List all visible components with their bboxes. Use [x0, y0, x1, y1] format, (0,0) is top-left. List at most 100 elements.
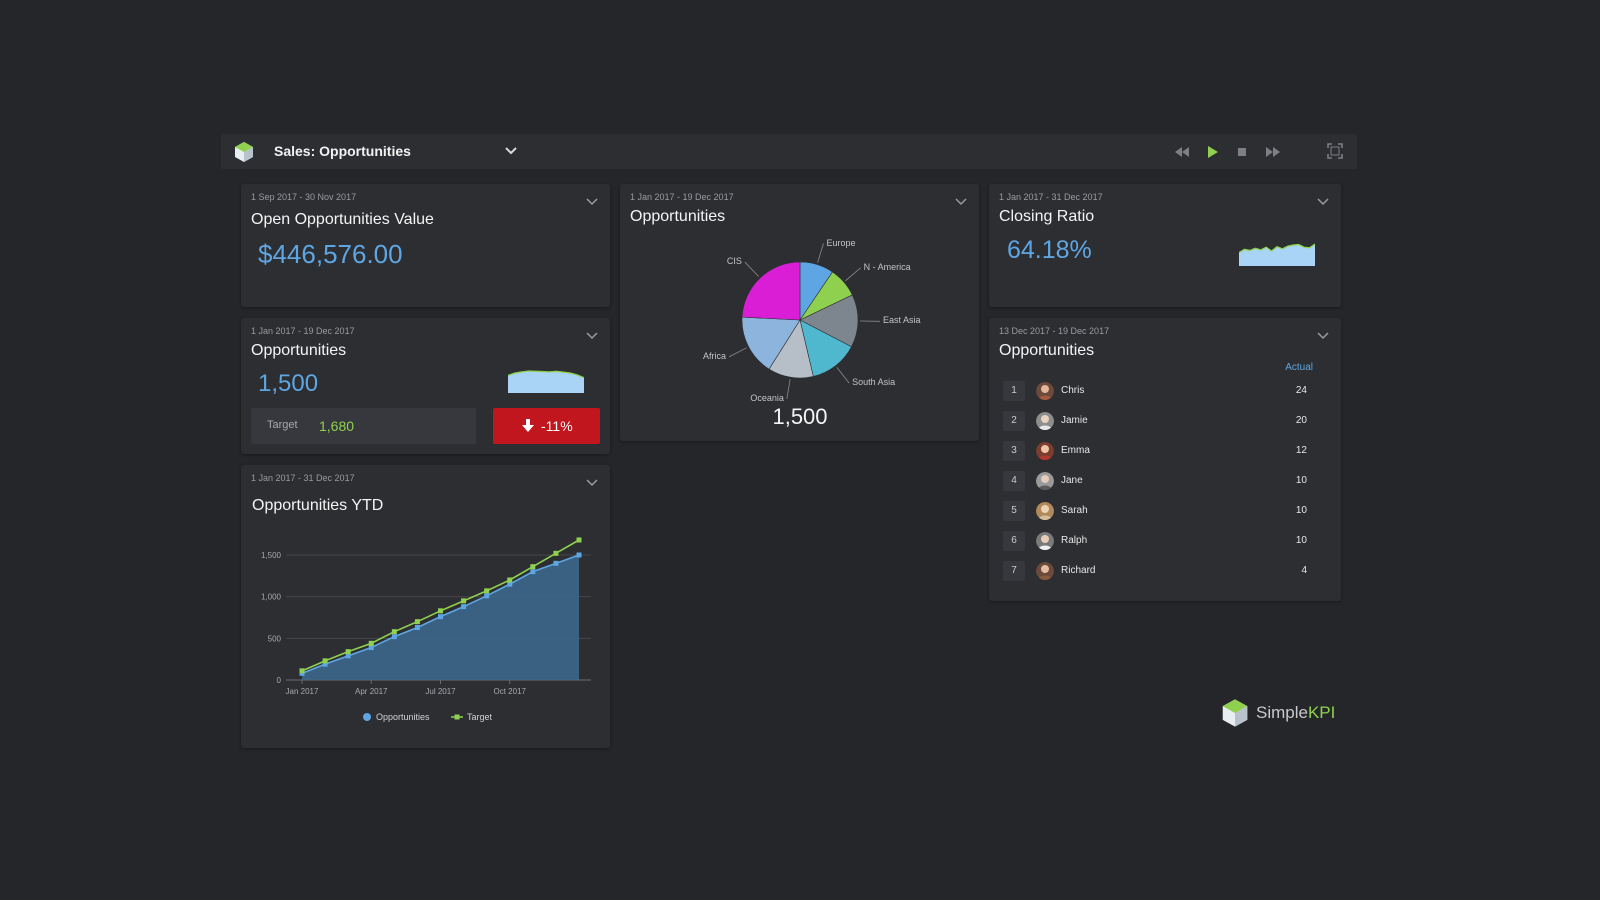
actual-value: 10 — [1295, 535, 1307, 546]
opportunities-point[interactable] — [530, 569, 536, 575]
rank: 2 — [1003, 411, 1025, 431]
target-point[interactable] — [299, 668, 305, 674]
opportunities-point[interactable] — [553, 560, 559, 566]
actual-value: 4 — [1301, 565, 1307, 576]
y-tick-label: 0 — [277, 676, 282, 685]
pie-leader-line — [845, 267, 861, 282]
widget-title: Closing Ratio — [999, 208, 1095, 225]
widget-date-range: 1 Jan 2017 - 19 Dec 2017 — [251, 326, 355, 336]
pie-leader-line — [744, 261, 759, 277]
target-point[interactable] — [553, 550, 559, 556]
rank: 4 — [1003, 471, 1025, 491]
rank: 5 — [1003, 501, 1025, 521]
rank: 6 — [1003, 531, 1025, 551]
opportunities-point[interactable] — [461, 604, 467, 610]
target-point[interactable] — [484, 588, 490, 594]
chevron-down-icon[interactable] — [1315, 193, 1331, 209]
person-name: Jamie — [1061, 415, 1088, 426]
widget-date-range: 1 Jan 2017 - 31 Dec 2017 — [999, 192, 1103, 202]
person-name: Ralph — [1061, 535, 1088, 546]
target-point[interactable] — [322, 658, 328, 664]
widget-date-range: 1 Sep 2017 - 30 Nov 2017 — [251, 192, 357, 202]
person-name: Richard — [1061, 565, 1096, 576]
y-tick-label: 1,000 — [261, 593, 282, 602]
legend-label: Opportunities — [376, 712, 430, 722]
chevron-down-icon[interactable] — [584, 327, 600, 343]
leaderboard-row[interactable]: 5 Sarah 10 — [999, 498, 1325, 524]
target-point[interactable] — [414, 619, 420, 625]
widget-title: Opportunities — [251, 342, 347, 359]
target-point[interactable] — [368, 640, 374, 646]
opportunities-pie-widget: 1 Jan 2017 - 19 Dec 2017 Opportunities E… — [620, 184, 979, 441]
actual-value: 10 — [1295, 475, 1307, 486]
y-tick-label: 500 — [268, 634, 282, 643]
y-tick-label: 1,500 — [261, 551, 282, 560]
x-tick-label: Apr 2017 — [355, 687, 388, 696]
opportunities-pie-chart — [728, 243, 880, 399]
fast-forward-icon[interactable] — [1263, 142, 1283, 162]
person-name: Emma — [1061, 445, 1090, 456]
target-point[interactable] — [391, 629, 397, 635]
legend-label: Target — [467, 712, 493, 722]
target-point[interactable] — [530, 564, 536, 570]
actual-value: 10 — [1295, 505, 1307, 516]
stop-icon[interactable] — [1232, 142, 1252, 162]
chevron-down-icon[interactable] — [502, 142, 520, 160]
x-tick-label: Jul 2017 — [425, 687, 456, 696]
pie-leader-line — [817, 243, 824, 263]
play-icon[interactable] — [1202, 142, 1222, 162]
pie-slice-label: Oceania — [750, 392, 784, 403]
leaderboard-row[interactable]: 6 Ralph 10 — [999, 528, 1325, 554]
person-name: Sarah — [1061, 505, 1088, 516]
chevron-down-icon[interactable] — [1315, 327, 1331, 343]
leaderboard-row[interactable]: 7 Richard 4 — [999, 558, 1325, 584]
brand-kpi: KPI — [1307, 703, 1336, 722]
pie-slice-label: CIS — [726, 256, 742, 267]
target-point[interactable] — [438, 608, 443, 614]
pie-slice-label: South Asia — [852, 377, 896, 388]
opportunities-ytd-chart: 0 500 1,000 1,500 Jan 2017 Apr 2017 Jul 2017 Oc… — [261, 537, 591, 722]
target-point[interactable] — [576, 537, 582, 543]
pie-slice-label: Europe — [826, 237, 856, 248]
rank: 7 — [1003, 561, 1025, 581]
fullscreen-icon[interactable] — [1325, 141, 1345, 161]
rank: 3 — [1003, 441, 1025, 461]
avatar — [1036, 412, 1054, 430]
legend-marker — [363, 713, 371, 721]
closing-ratio-widget: 1 Jan 2017 - 31 Dec 2017 Closing Ratio 6… — [989, 184, 1341, 307]
opportunities-point[interactable] — [391, 634, 397, 640]
leaderboard-row[interactable]: 4 Jane 10 — [999, 468, 1325, 494]
pie-slice-label: N - America — [863, 261, 911, 272]
rewind-icon[interactable] — [1172, 142, 1192, 162]
leaderboard-row[interactable]: 3 Emma 12 — [999, 438, 1325, 464]
opportunities-point[interactable] — [484, 593, 490, 599]
target-point[interactable] — [345, 649, 351, 655]
opportunities-point[interactable] — [414, 625, 420, 630]
pie-total: 1,500 — [772, 404, 828, 429]
target-point[interactable] — [461, 598, 467, 604]
variance-value: -11% — [541, 418, 573, 434]
target-value: 1,680 — [319, 418, 355, 434]
opportunities-point[interactable] — [576, 552, 582, 558]
simplekpi-logo-icon — [1222, 699, 1248, 727]
column-header-actual: Actual — [1285, 362, 1313, 373]
pie-leader-line — [786, 379, 791, 399]
kpi-value: 1,500 — [258, 370, 319, 397]
pie-slice-label: Africa — [703, 350, 727, 361]
pie-slice[interactable] — [741, 261, 801, 321]
open-opportunities-value-widget: 1 Sep 2017 - 30 Nov 2017 Open Opportunit… — [241, 184, 610, 307]
chevron-down-icon[interactable] — [584, 474, 600, 490]
pie-leader-line — [836, 367, 850, 384]
chevron-down-icon[interactable] — [584, 193, 600, 209]
target-label: Target — [267, 419, 298, 431]
pie-leader-line — [728, 347, 747, 358]
widget-title: Open Opportunities Value — [251, 211, 434, 228]
leaderboard-row[interactable]: 2 Jamie 20 — [999, 408, 1325, 434]
dashboard-title[interactable]: Sales: Opportunities — [274, 143, 411, 159]
kpi-value: 64.18% — [1007, 236, 1092, 264]
target-point[interactable] — [507, 577, 513, 583]
avatar — [1036, 502, 1054, 520]
opportunities-point[interactable] — [438, 614, 443, 620]
leaderboard-row[interactable]: 1 Chris 24 — [999, 378, 1325, 404]
arrow-down-icon — [522, 419, 534, 432]
